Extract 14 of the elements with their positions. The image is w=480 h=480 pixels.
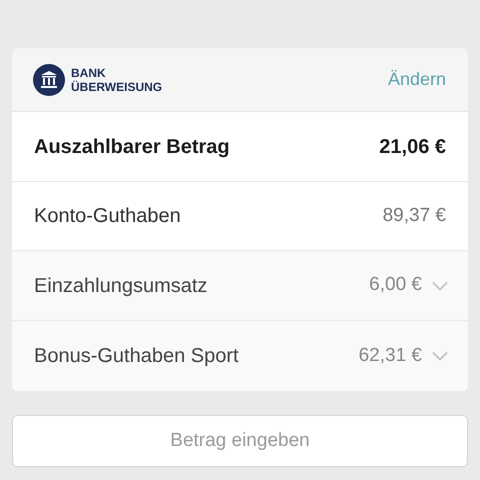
bank-icon [33, 64, 65, 96]
expandable-row[interactable]: Bonus-Guthaben Sport 62,31 € [12, 321, 468, 391]
row-amount: 89,37 € [382, 204, 446, 228]
expandable-row[interactable]: Einzahlungsumsatz 6,00 € [12, 251, 468, 321]
row-amount: 6,00 € [369, 273, 422, 298]
payment-method-label: ÜBERWEISUNG [71, 80, 162, 94]
row-amount: 21,06 € [379, 134, 446, 160]
row-amount: 62,31 € [358, 344, 422, 368]
amount-input-field[interactable]: Betrag eingeben [12, 415, 468, 467]
row-label: Einzahlungsumsatz [34, 274, 208, 298]
row-label: Auszahlbarer Betrag [34, 134, 230, 160]
row-label: Konto-Guthaben [34, 204, 181, 229]
payment-method-label: BANK [71, 66, 107, 80]
row-label: Bonus-Guthaben Sport [34, 344, 239, 369]
